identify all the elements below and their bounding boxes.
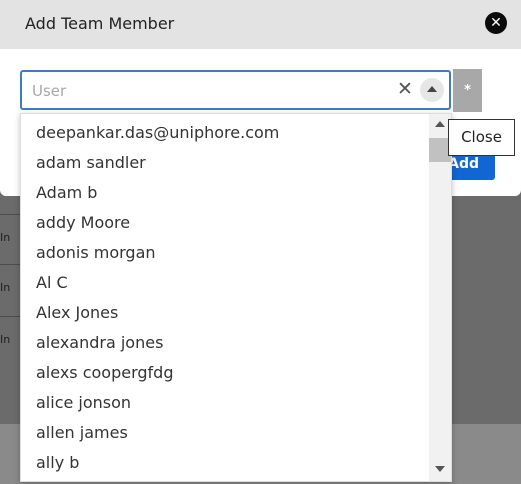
required-marker: * (453, 69, 482, 112)
clear-x-icon[interactable]: ✕ (397, 78, 413, 100)
user-option[interactable]: adam sandler (36, 149, 426, 177)
user-option[interactable]: Al C (36, 269, 426, 297)
user-option[interactable]: adonis morgan (36, 239, 426, 267)
user-option[interactable]: alexandra jones (36, 329, 426, 357)
user-select[interactable]: ✕ (20, 70, 451, 110)
dropdown-scrollbar[interactable] (429, 114, 451, 481)
dropdown-toggle-button[interactable] (420, 78, 444, 102)
background-row-label: In (0, 281, 11, 294)
scroll-up-arrow-icon[interactable] (435, 121, 445, 127)
user-option[interactable]: alexs coopergfdg (36, 359, 426, 387)
modal-title: Add Team Member (25, 14, 175, 33)
user-option[interactable]: allen james (36, 419, 426, 447)
user-option[interactable]: addy Moore (36, 209, 426, 237)
triangle-up-icon (427, 86, 437, 92)
close-circle-icon: ✕ (490, 15, 502, 31)
user-option[interactable]: alice jonson (36, 389, 426, 417)
user-input[interactable] (32, 80, 382, 102)
background-row-label: In (0, 333, 11, 346)
user-option[interactable]: deepankar.das@uniphore.com (36, 119, 426, 147)
background-row-label: In (0, 231, 11, 244)
close-tooltip: Close (448, 119, 515, 156)
user-option[interactable]: ally b (36, 449, 426, 477)
modal-header: Add Team Member ✕ (0, 0, 521, 49)
user-option[interactable]: Alex Jones (36, 299, 426, 327)
user-dropdown-list[interactable]: deepankar.das@uniphore.com adam sandler … (20, 113, 452, 482)
close-button[interactable]: ✕ (485, 12, 507, 34)
user-option[interactable]: Adam b (36, 179, 426, 207)
scroll-down-arrow-icon[interactable] (435, 466, 445, 472)
